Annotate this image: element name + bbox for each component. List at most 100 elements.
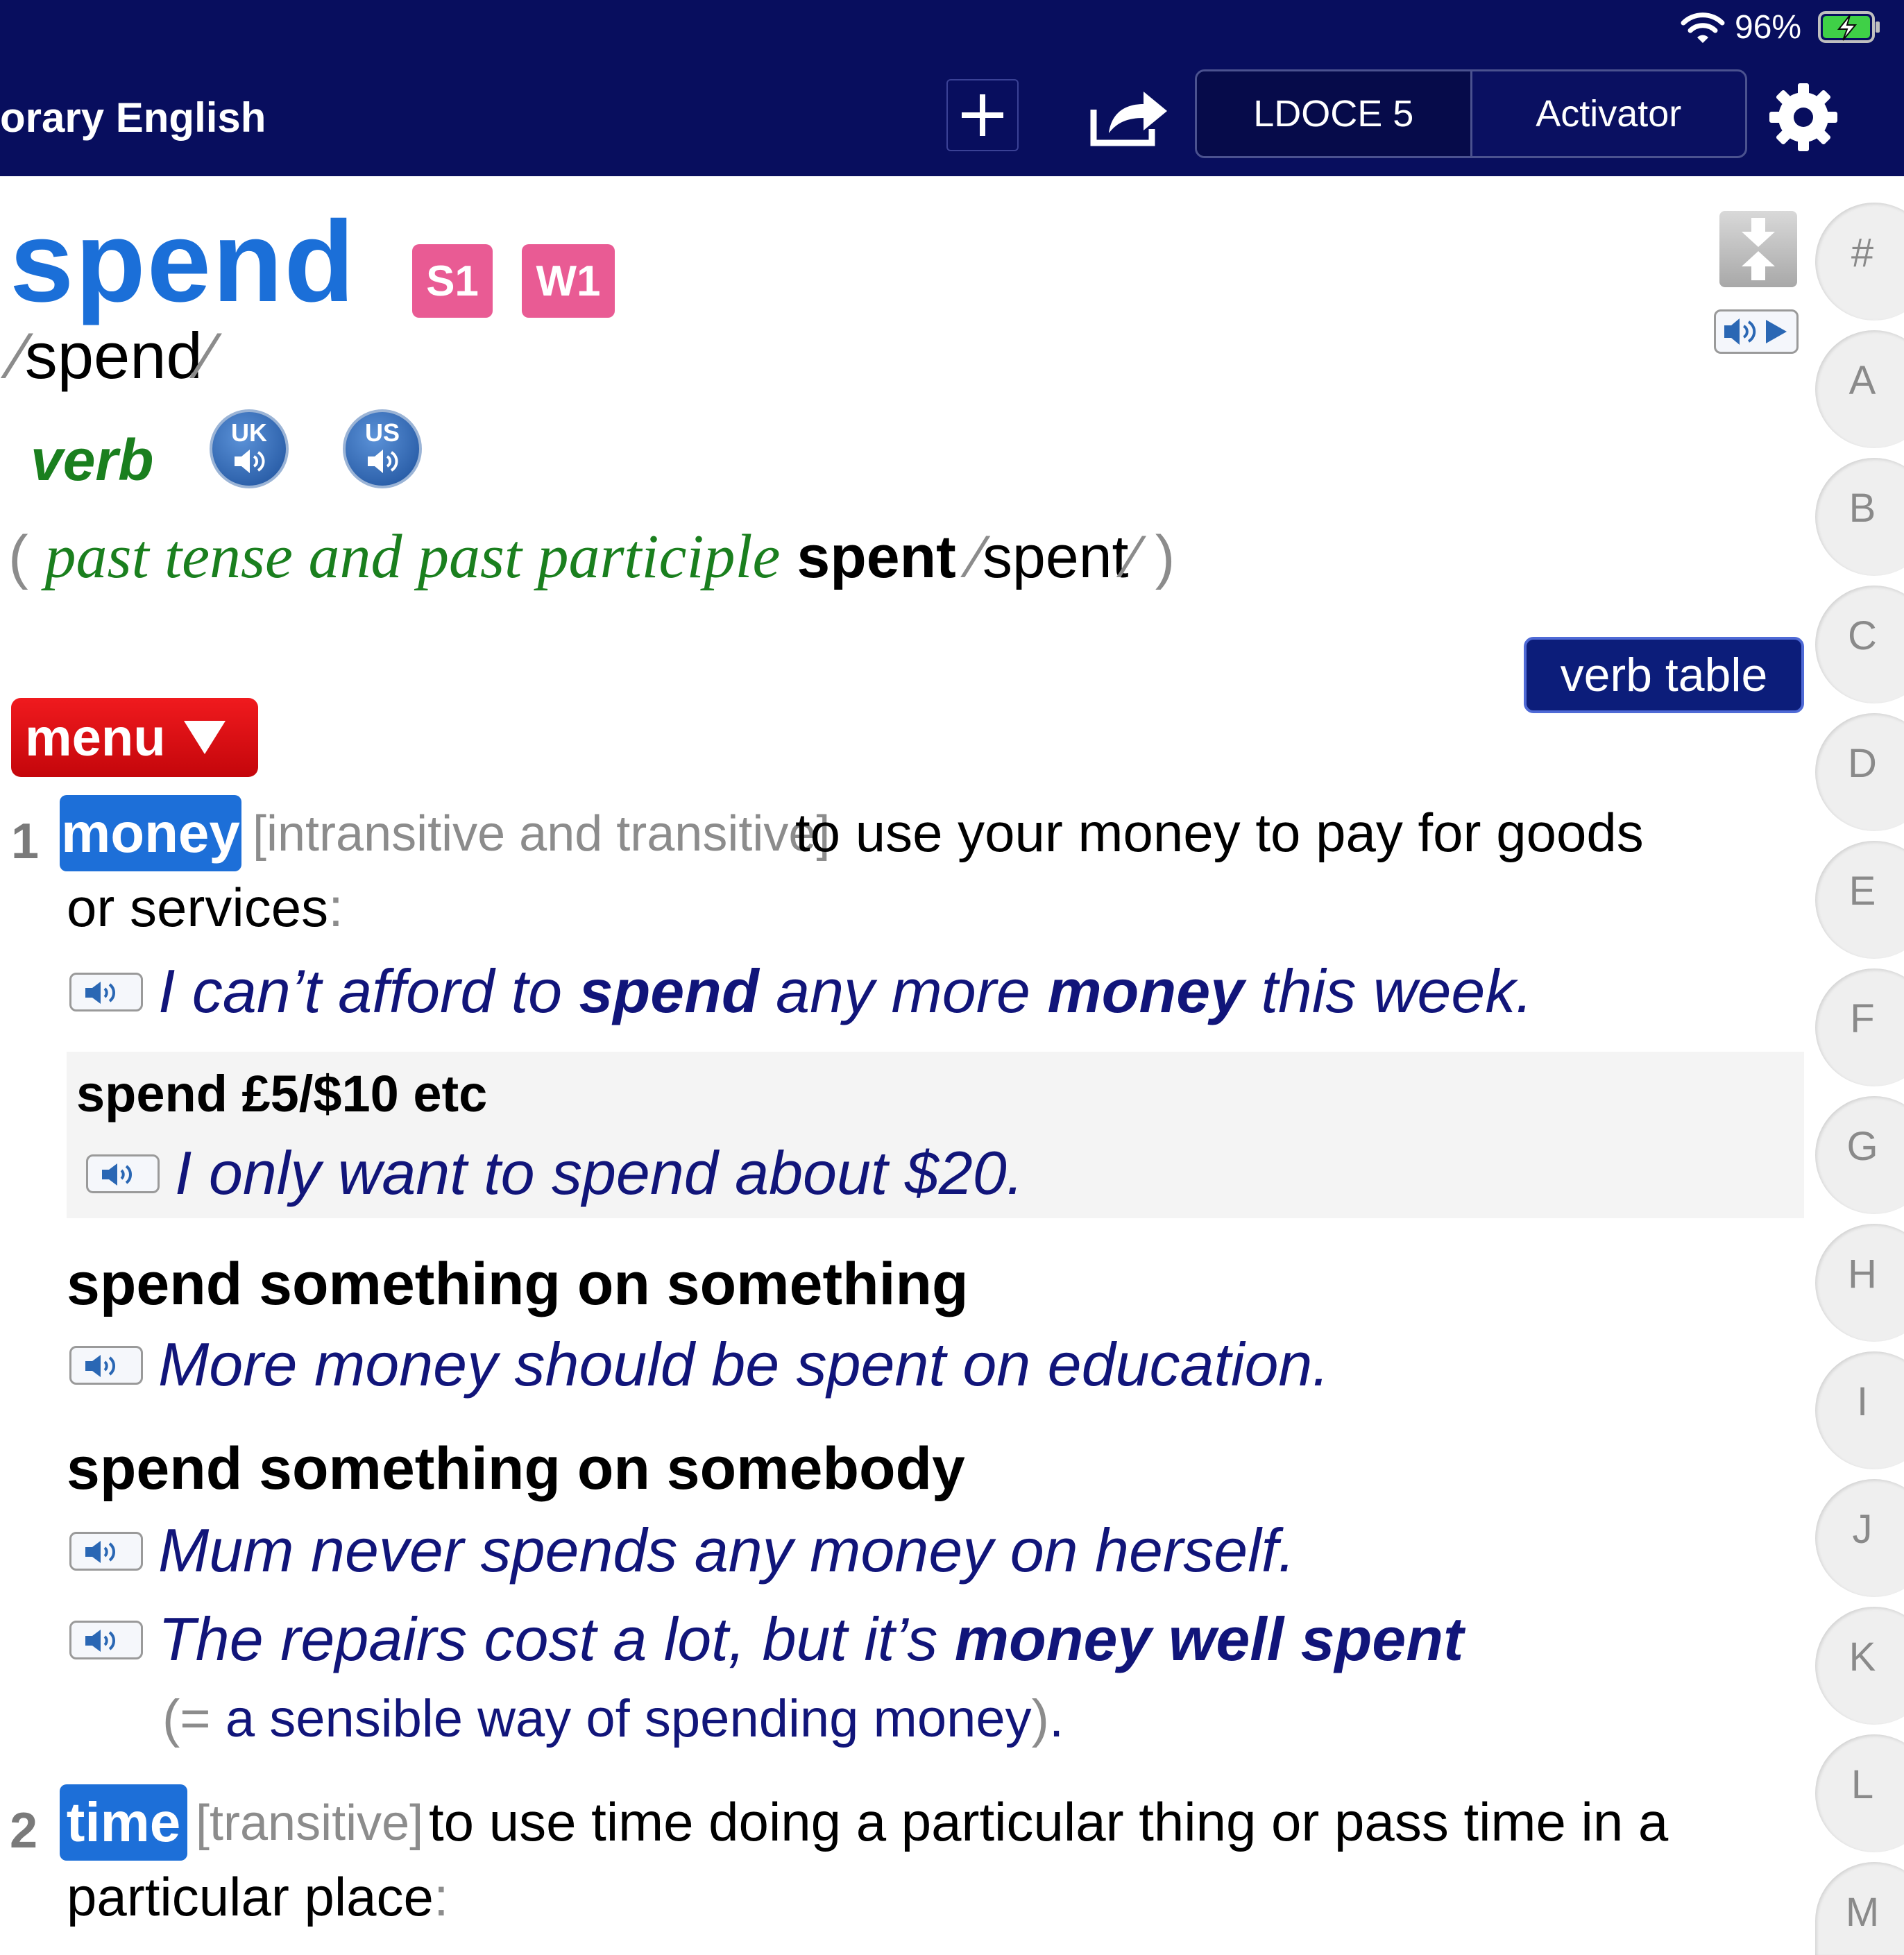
settings-button[interactable] [1765, 79, 1842, 155]
example-sentence: I only want to spend about $20. [175, 1138, 1024, 1207]
tab-activator[interactable]: Activator [1472, 71, 1746, 156]
index-i[interactable]: I [1815, 1351, 1904, 1469]
speaker-icon [235, 450, 265, 473]
index-letter: I [1856, 1379, 1869, 1424]
example-sentence: Mum never spends any money on herself. [158, 1516, 1295, 1585]
index-letter: L [1851, 1762, 1874, 1807]
us-pronunciation-button[interactable]: US [343, 409, 422, 488]
speaker-icon [85, 1630, 115, 1652]
index-letter: A [1848, 358, 1876, 403]
us-label: US [364, 418, 400, 447]
index-letter: C [1848, 613, 1877, 658]
dropdown-triangle-icon [183, 721, 226, 754]
index-a[interactable]: A [1815, 330, 1904, 448]
part-of-speech: verb [31, 427, 154, 493]
headword: spend [10, 198, 356, 326]
index-m[interactable]: M [1815, 1862, 1904, 1955]
index-letter: D [1848, 741, 1877, 786]
definition-colon: : [433, 1866, 449, 1927]
sense-number: 2 [10, 1803, 38, 1859]
index-letter: J [1852, 1507, 1873, 1552]
slash-close: ⁄ [202, 319, 214, 392]
index-d[interactable]: D [1815, 713, 1904, 831]
definition-text: particular place [67, 1866, 434, 1927]
uk-pronunciation-button[interactable]: UK [210, 409, 289, 488]
definition-text: or services [67, 877, 329, 938]
example-audio-button[interactable] [69, 1532, 143, 1571]
inflected-forms: ( past tense and past participle spent ⁄… [8, 519, 1175, 595]
gear-icon [1769, 83, 1837, 151]
paren-open: ( [8, 524, 28, 590]
forms-label: past tense and past participle [44, 522, 781, 591]
forms-pron: spent [983, 524, 1129, 590]
index-letter: H [1848, 1252, 1877, 1297]
example-text: this week. [1244, 957, 1533, 1025]
example-sentence: I can’t afford to spend any more money t… [158, 953, 1533, 1030]
speaker-icon [85, 1541, 115, 1563]
grammar-code: [intransitive and transitive] [253, 806, 831, 862]
collocation: spend something on something [67, 1251, 969, 1317]
collapse-arrows-icon [1742, 218, 1775, 280]
share-button[interactable] [1085, 79, 1171, 151]
menu-button[interactable]: menu [11, 698, 258, 777]
index-j[interactable]: J [1815, 1479, 1904, 1597]
example-audio-button[interactable] [69, 1621, 143, 1659]
tab-ldoce5[interactable]: LDOCE 5 [1197, 71, 1472, 156]
dictionary-segmented-control: LDOCE 5 Activator [1195, 69, 1747, 158]
index-letter: M [1845, 1890, 1880, 1935]
index-hash[interactable]: # [1815, 203, 1904, 321]
example-audio-button[interactable] [86, 1154, 160, 1193]
index-c[interactable]: C [1815, 586, 1904, 703]
speaker-icon [102, 1163, 132, 1186]
uk-label: UK [231, 418, 267, 447]
definition: to use time doing a particular thing or … [429, 1791, 1669, 1852]
written-frequency-badge: W1 [522, 244, 615, 318]
signpost: time [60, 1784, 187, 1861]
speaker-icon [85, 1355, 115, 1377]
wifi-icon [1681, 12, 1725, 43]
index-letter: # [1851, 230, 1874, 275]
collocation: spend £5/$10 etc [76, 1065, 488, 1122]
share-icon [1090, 92, 1167, 146]
index-b[interactable]: B [1815, 458, 1904, 576]
battery-percentage: 96% [1735, 9, 1802, 46]
collapse-expand-button[interactable] [1719, 211, 1797, 287]
example-text: any more [758, 957, 1048, 1025]
example-highlight: spend [579, 957, 759, 1025]
index-l[interactable]: L [1815, 1734, 1904, 1852]
pronunciation: ⁄spend⁄ [14, 318, 214, 394]
gloss-close: ) [1031, 1689, 1049, 1748]
battery-charging-icon [1818, 11, 1880, 43]
index-f[interactable]: F [1815, 968, 1904, 1086]
grammar-code: [transitive] [196, 1795, 424, 1851]
definition-colon: : [328, 877, 343, 938]
index-k[interactable]: K [1815, 1607, 1904, 1725]
index-letter: B [1848, 486, 1876, 531]
plus-icon [962, 94, 1003, 136]
example-text: The repairs cost a lot, but it’s [158, 1605, 955, 1673]
example-audio-button[interactable] [69, 1346, 143, 1385]
verb-table-button[interactable]: verb table [1524, 637, 1804, 713]
pronunciation-text: spend [24, 319, 203, 392]
signpost: money [60, 795, 241, 871]
definition-continued: particular place: [67, 1862, 449, 1931]
example-sentence: More money should be spent on education. [158, 1330, 1329, 1399]
slash-close: ⁄ [1128, 524, 1139, 590]
app-title: orary English [0, 94, 266, 141]
sense-number: 1 [11, 814, 40, 869]
gloss-open: (= [162, 1689, 226, 1748]
index-e[interactable]: E [1815, 841, 1904, 959]
index-letter: F [1850, 996, 1875, 1041]
example-audio-button[interactable] [69, 973, 143, 1011]
gloss-period: . [1048, 1689, 1064, 1748]
example-sentence: The repairs cost a lot, but it’s money w… [158, 1601, 1463, 1677]
add-bookmark-button[interactable] [946, 79, 1019, 151]
play-all-audio-button[interactable] [1714, 309, 1799, 354]
index-h[interactable]: H [1815, 1224, 1904, 1342]
index-g[interactable]: G [1815, 1096, 1904, 1214]
spoken-frequency-badge: S1 [412, 244, 493, 318]
speaker-play-icon [1724, 318, 1787, 345]
menu-label: menu [25, 708, 166, 767]
gloss-text: a sensible way of spending money [225, 1689, 1032, 1748]
example-highlight: money well spent [954, 1605, 1464, 1673]
